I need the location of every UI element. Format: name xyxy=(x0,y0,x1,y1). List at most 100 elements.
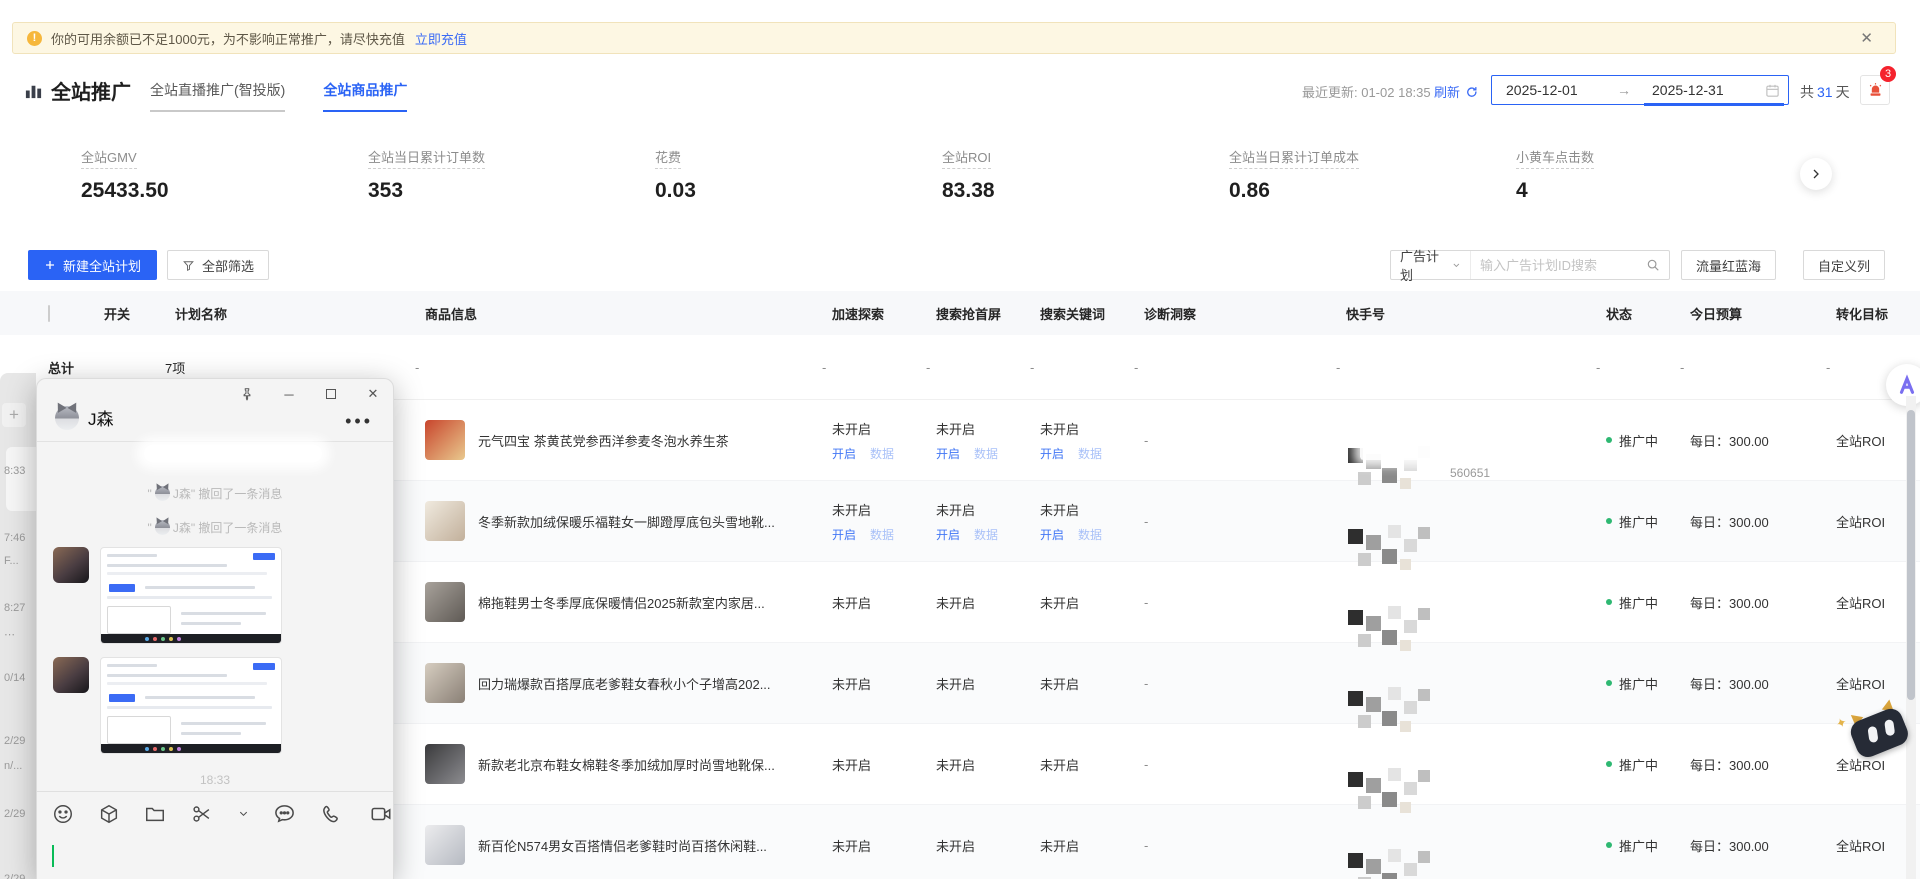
enable-link[interactable]: 开启 xyxy=(832,445,856,462)
diagnosis-value: - xyxy=(1134,676,1334,691)
balance-warning-banner: ! 你的可用余额已不足1000元，为不影响正常推广，请尽快充值 立即充值 ✕ xyxy=(12,22,1896,54)
explore-status: 未开启 xyxy=(832,419,926,438)
product-image[interactable] xyxy=(425,663,465,703)
enable-link[interactable]: 开启 xyxy=(1040,445,1064,462)
table-header: 开关 计划名称 商品信息 加速探索 搜索抢首屏 搜索关键词 诊断洞察 快手号 状… xyxy=(0,291,1920,335)
screenshot-scissors-icon[interactable] xyxy=(190,803,214,825)
funnel-icon xyxy=(182,259,195,272)
explore-status: 未开启 xyxy=(832,674,926,693)
col-kuaishou-account: 快手号 xyxy=(1334,304,1596,323)
banner-close-icon[interactable]: ✕ xyxy=(1860,29,1873,47)
sender-avatar[interactable] xyxy=(53,657,89,693)
date-start-input[interactable]: 2025-12-01 xyxy=(1492,82,1610,98)
product-title[interactable]: 棉拖鞋男士冬季厚底保暖情侣2025新款室内家居... xyxy=(478,593,765,612)
date-focus-indicator xyxy=(1644,103,1784,106)
data-link[interactable]: 数据 xyxy=(1078,445,1102,462)
chat-toolbar xyxy=(37,791,393,835)
status-dot xyxy=(1606,761,1612,767)
diagnosis-value: - xyxy=(1134,757,1334,772)
video-call-icon[interactable] xyxy=(369,803,393,825)
scrollbar-thumb[interactable] xyxy=(1907,410,1915,700)
daily-budget-value[interactable]: 每日：300.00 xyxy=(1680,593,1830,612)
search-icon[interactable] xyxy=(1646,258,1660,272)
product-image[interactable] xyxy=(425,744,465,784)
emoji-icon[interactable] xyxy=(52,803,74,825)
daily-budget-value[interactable]: 每日：300.00 xyxy=(1680,755,1830,774)
screenshot-attachment[interactable] xyxy=(100,547,282,644)
explore-status: 未开启 xyxy=(832,836,926,855)
enable-link[interactable]: 开启 xyxy=(1040,526,1064,543)
product-image[interactable] xyxy=(425,825,465,865)
custom-columns-button[interactable]: 自定义列 xyxy=(1803,250,1885,280)
banner-text: 你的可用余额已不足1000元，为不影响正常推广，请尽快充值 xyxy=(51,29,405,48)
account-id-fragment: 560651 xyxy=(1450,466,1490,480)
daily-budget-value[interactable]: 每日：300.00 xyxy=(1680,512,1830,531)
chat-more-button[interactable]: ••• xyxy=(345,411,373,432)
data-link[interactable]: 数据 xyxy=(974,445,998,462)
chat-list-time-fragment: 2/29 xyxy=(4,873,25,879)
pin-icon[interactable] xyxy=(239,386,255,402)
plan-type-select[interactable]: 广告计划 xyxy=(1391,251,1471,279)
status-dot xyxy=(1606,518,1612,524)
chat-messages xyxy=(53,547,379,767)
product-image[interactable] xyxy=(425,501,465,541)
plan-search-input[interactable] xyxy=(1480,258,1640,273)
daily-budget-value[interactable]: 每日：300.00 xyxy=(1680,836,1830,855)
stats-next-button[interactable] xyxy=(1800,158,1832,190)
product-image[interactable] xyxy=(425,582,465,622)
tab-live-promotion[interactable]: 全站直播推广(智投版) xyxy=(150,80,285,112)
wolf-avatar xyxy=(55,406,79,430)
product-title[interactable]: 冬季新款加绒保暖乐福鞋女一脚蹬厚底包头雪地靴... xyxy=(478,512,775,531)
chat-list-time-fragment: 8:27 xyxy=(4,602,25,614)
censored-mosaic xyxy=(1346,523,1456,573)
new-plan-button[interactable]: 新建全站计划 xyxy=(28,250,157,280)
total-days-text: 共31天 xyxy=(1800,82,1850,102)
enable-link[interactable]: 开启 xyxy=(936,526,960,543)
data-link[interactable]: 数据 xyxy=(1078,526,1102,543)
product-title[interactable]: 新款老北京布鞋女棉鞋冬季加绒加厚时尚雪地靴保... xyxy=(478,755,775,774)
maximize-icon[interactable] xyxy=(323,386,339,402)
stat-cost: 花费 0.03 xyxy=(655,147,942,217)
col-product-info: 商品信息 xyxy=(402,304,822,323)
sticker-box-icon[interactable] xyxy=(98,803,120,825)
close-icon[interactable]: ✕ xyxy=(365,386,381,402)
screenshot-attachment[interactable] xyxy=(100,657,282,754)
date-end-input[interactable]: 2025-12-31 xyxy=(1638,82,1756,98)
status-text: 推广中 xyxy=(1619,755,1658,774)
vertical-scrollbar[interactable] xyxy=(1906,396,1916,879)
enable-link[interactable]: 开启 xyxy=(936,445,960,462)
data-link[interactable]: 数据 xyxy=(870,445,894,462)
stat-gmv: 全站GMV 25433.50 xyxy=(81,147,368,217)
product-title[interactable]: 元气四宝 茶黄芪党参西洋参麦冬泡水养生茶 xyxy=(478,431,729,450)
date-range-picker[interactable]: 2025-12-01 → 2025-12-31 xyxy=(1491,75,1789,105)
promotion-chart-icon xyxy=(24,81,43,100)
col-diagnosis: 诊断洞察 xyxy=(1134,304,1334,323)
filter-all-button[interactable]: 全部筛选 xyxy=(167,250,269,280)
product-title[interactable]: 回力瑞爆款百搭厚底老爹鞋女春秋小个子增高202... xyxy=(478,674,771,693)
top-screen-status: 未开启 xyxy=(936,836,1030,855)
wolf-avatar xyxy=(155,520,170,535)
refresh-button[interactable]: 刷新 xyxy=(1434,82,1478,101)
chevron-down-icon xyxy=(1452,260,1461,270)
minimize-icon[interactable]: ─ xyxy=(281,386,297,402)
text-cursor[interactable] xyxy=(52,845,54,867)
tab-product-promotion[interactable]: 全站商品推广 xyxy=(323,80,407,112)
product-image[interactable] xyxy=(425,420,465,460)
select-all-checkbox[interactable] xyxy=(48,305,50,322)
daily-budget-value[interactable]: 每日：300.00 xyxy=(1680,674,1830,693)
daily-budget-value[interactable]: 每日：300.00 xyxy=(1680,431,1830,450)
recharge-link[interactable]: 立即充值 xyxy=(415,29,467,48)
data-link[interactable]: 数据 xyxy=(974,526,998,543)
voice-call-icon[interactable] xyxy=(320,803,342,825)
enable-link[interactable]: 开启 xyxy=(832,526,856,543)
chevron-down-icon[interactable] xyxy=(238,808,249,819)
traffic-analysis-button[interactable]: 流量红蓝海 xyxy=(1681,250,1776,280)
product-title[interactable]: 新百伦N574男女百搭情侣老爹鞋时尚百搭休闲鞋... xyxy=(478,836,767,855)
data-link[interactable]: 数据 xyxy=(870,526,894,543)
sender-avatar[interactable] xyxy=(53,547,89,583)
calendar-icon[interactable] xyxy=(1765,83,1780,98)
chat-history-icon[interactable] xyxy=(273,802,296,825)
plus-icon[interactable]: + xyxy=(2,403,26,427)
status-dot xyxy=(1606,680,1612,686)
file-folder-icon[interactable] xyxy=(144,803,166,825)
